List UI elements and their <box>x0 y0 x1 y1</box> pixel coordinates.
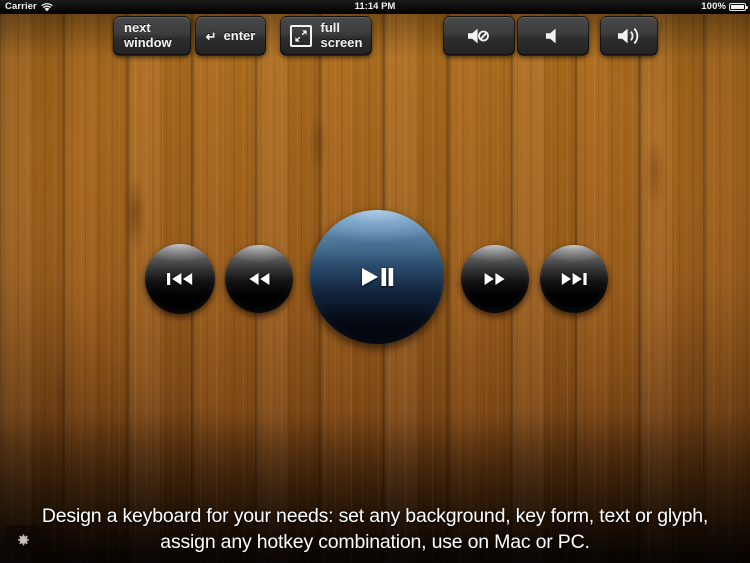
play-pause-icon <box>362 268 394 286</box>
transport-play-pause[interactable] <box>310 210 444 344</box>
hotkey-next-window-label: next window <box>124 20 172 50</box>
hotkey-full-screen-label: full screen <box>320 20 363 50</box>
battery-icon <box>729 3 748 11</box>
speaker-mute-icon <box>468 28 489 44</box>
speaker-high-icon <box>618 27 639 45</box>
hotkey-full-screen[interactable]: full screen <box>280 16 372 56</box>
hotkey-volume-down[interactable] <box>517 16 589 56</box>
ios-status-bar: Carrier 11:14 PM 100% <box>0 0 750 14</box>
rewind-icon <box>249 273 270 285</box>
hotkey-volume-up[interactable] <box>600 16 658 56</box>
battery-percent-label: 100% <box>701 1 726 12</box>
transport-previous-track[interactable] <box>145 244 215 314</box>
transport-rewind[interactable] <box>225 245 293 313</box>
settings-button[interactable] <box>5 525 41 555</box>
hotkey-mute[interactable] <box>443 16 515 56</box>
fast-forward-icon <box>484 273 505 285</box>
hotkey-next-window[interactable]: next window <box>113 16 191 56</box>
transport-next-track[interactable] <box>540 245 608 313</box>
status-bar-right: 100% <box>701 0 748 14</box>
app-screen: Carrier 11:14 PM 100% next window ↵ ente… <box>0 0 750 563</box>
next-track-icon <box>561 273 587 285</box>
caption-text: Design a keyboard for your needs: set an… <box>0 503 750 555</box>
gear-icon <box>17 533 29 545</box>
status-bar-clock: 11:14 PM <box>354 1 396 12</box>
return-arrow-icon: ↵ <box>205 28 217 44</box>
hotkey-enter[interactable]: ↵ enter <box>195 16 266 56</box>
caption-line-1: Design a keyboard for your needs: set an… <box>41 505 709 527</box>
transport-fast-forward[interactable] <box>461 245 529 313</box>
previous-track-icon <box>167 273 193 285</box>
expand-fullscreen-icon <box>289 25 312 47</box>
caption-line-2: assign any hotkey combination, use on Ma… <box>160 531 590 553</box>
hotkey-enter-label: enter <box>223 27 256 43</box>
speaker-low-icon <box>546 28 556 44</box>
